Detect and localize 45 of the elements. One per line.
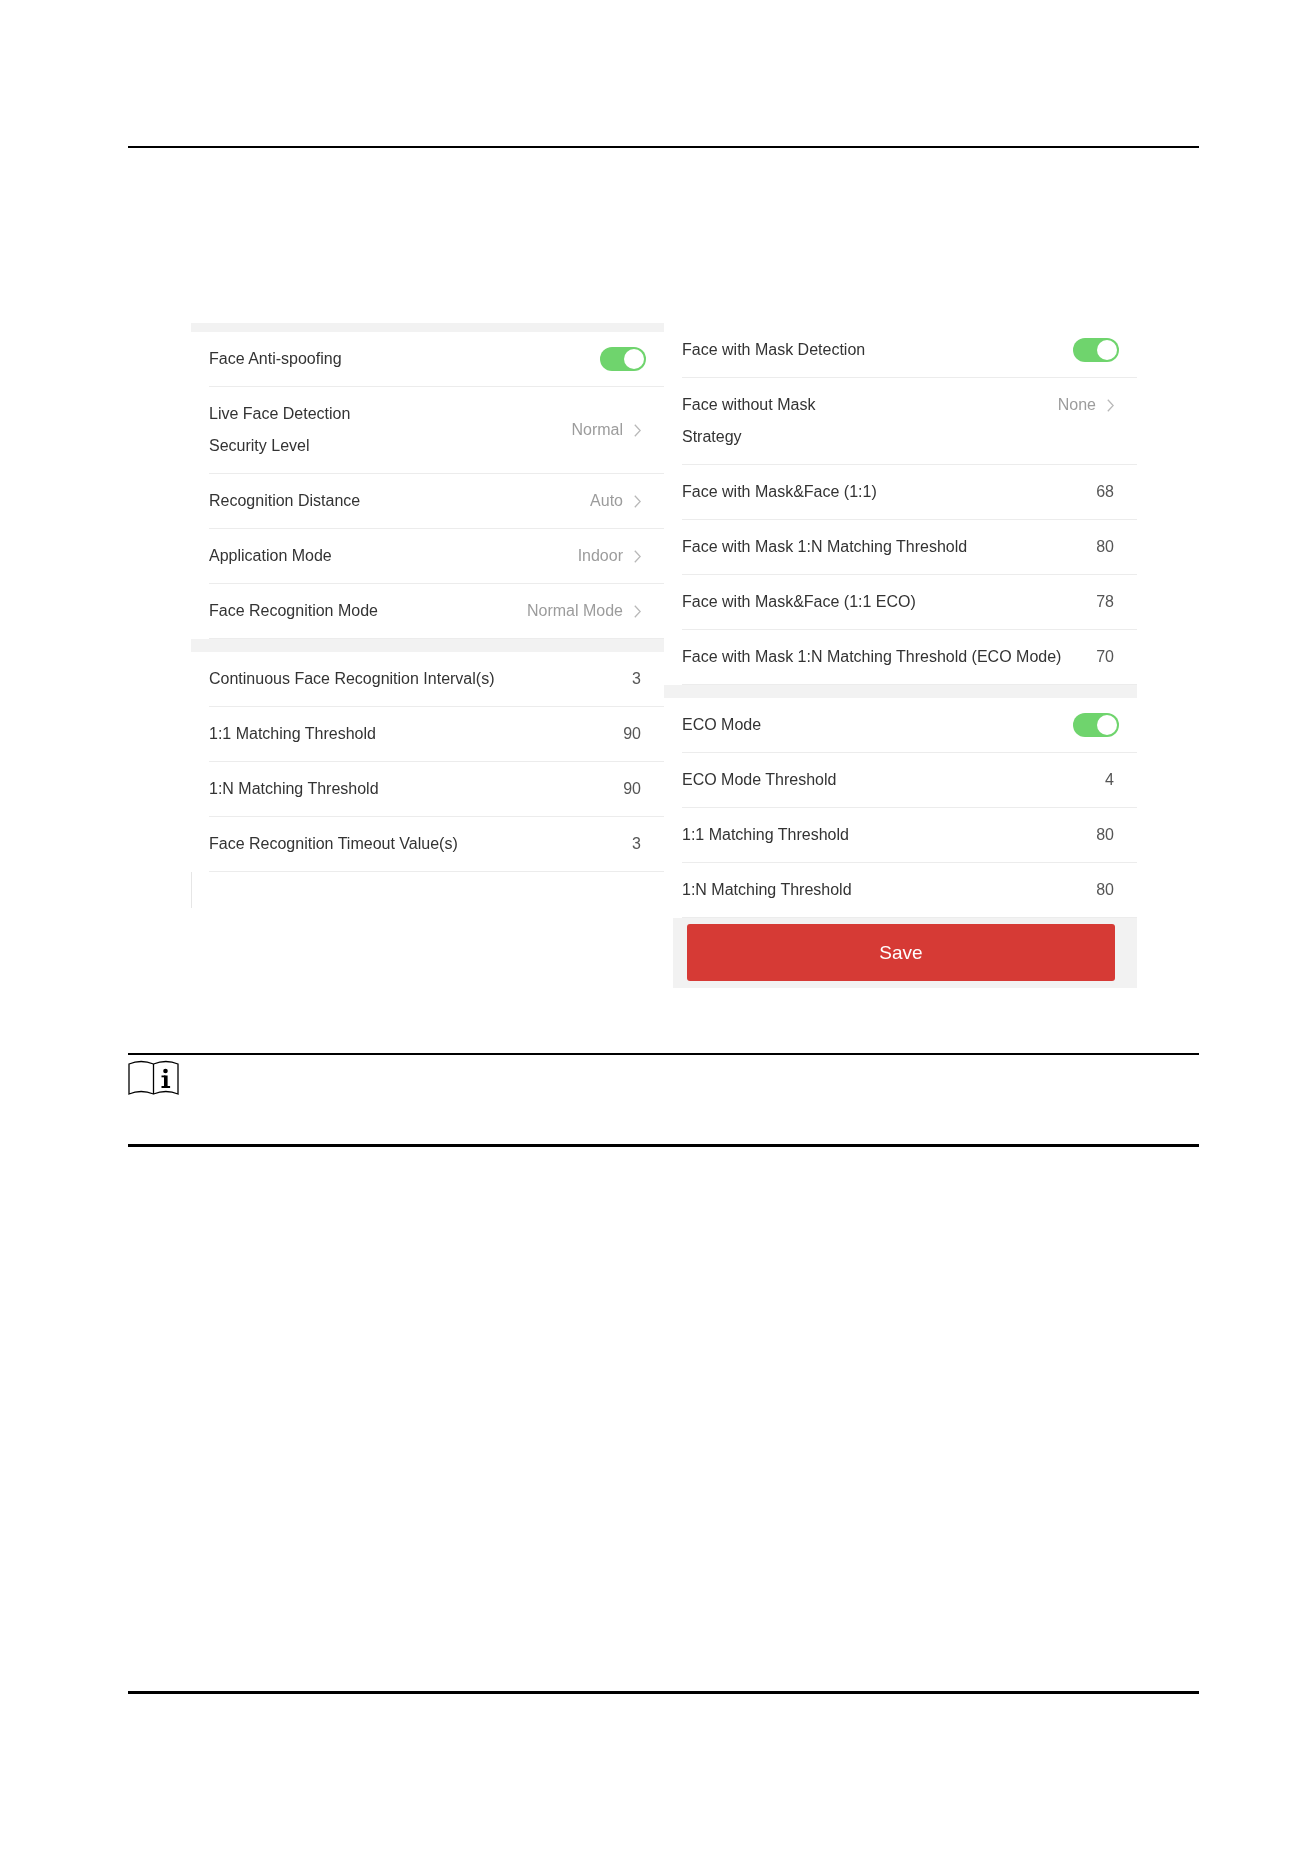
- setting-value: 78: [1096, 592, 1114, 612]
- setting-label: ECO Mode Threshold: [682, 770, 838, 790]
- setting-label: Face Recognition Timeout Value(s): [209, 834, 459, 854]
- book-info-icon: [128, 1059, 179, 1096]
- setting-label: Face with Mask 1:N Matching Threshold (ECO Mode): [682, 647, 1063, 667]
- setting-label: Recognition Distance: [209, 491, 362, 511]
- setting-label: 1:N Matching Threshold: [209, 779, 380, 799]
- setting-label: Live Face Detection Security Level: [209, 404, 352, 456]
- chevron-right-icon: [634, 604, 641, 618]
- toggle-switch[interactable]: [1073, 713, 1119, 737]
- setting-value: 80: [1096, 537, 1114, 557]
- setting-value: 3: [632, 834, 641, 854]
- setting-value: 90: [623, 724, 641, 744]
- setting-label: 1:1 Matching Threshold: [682, 825, 850, 845]
- setting-value: 68: [1096, 482, 1114, 502]
- chevron-right-icon: [634, 423, 641, 437]
- setting-value: 80: [1096, 825, 1114, 845]
- setting-label: 1:1 Matching Threshold: [209, 724, 377, 744]
- setting-label: 1:N Matching Threshold: [682, 880, 853, 900]
- setting-label: ECO Mode: [682, 715, 763, 735]
- chevron-right-icon: [1107, 398, 1114, 412]
- setting-label: Face without Mask Strategy: [682, 395, 817, 447]
- save-button[interactable]: Save: [687, 924, 1115, 981]
- setting-value[interactable]: Indoor: [577, 546, 623, 566]
- setting-label: Face Recognition Mode: [209, 601, 379, 621]
- setting-label: Continuous Face Recognition Interval(s): [209, 669, 496, 689]
- setting-value: 70: [1096, 647, 1114, 667]
- setting-value: 80: [1096, 880, 1114, 900]
- setting-label: Face with Mask&Face (1:1 ECO): [682, 592, 917, 612]
- setting-value[interactable]: Normal Mode: [526, 601, 623, 621]
- setting-label: Face with Mask 1:N Matching Threshold: [682, 537, 969, 557]
- setting-label: Face Anti-spoofing: [209, 349, 343, 369]
- setting-value[interactable]: Auto: [590, 491, 623, 511]
- setting-value: 4: [1105, 770, 1114, 790]
- setting-value: 90: [623, 779, 641, 799]
- setting-value: 3: [632, 669, 641, 689]
- setting-label: Face with Mask&Face (1:1): [682, 482, 878, 502]
- toggle-switch[interactable]: [600, 347, 646, 371]
- setting-value[interactable]: Normal: [571, 420, 623, 440]
- setting-label: Application Mode: [209, 546, 333, 566]
- toggle-switch[interactable]: [1073, 338, 1119, 362]
- setting-value[interactable]: None: [1057, 395, 1096, 415]
- setting-label: Face with Mask Detection: [682, 340, 867, 360]
- chevron-right-icon: [634, 549, 641, 563]
- chevron-right-icon: [634, 494, 641, 508]
